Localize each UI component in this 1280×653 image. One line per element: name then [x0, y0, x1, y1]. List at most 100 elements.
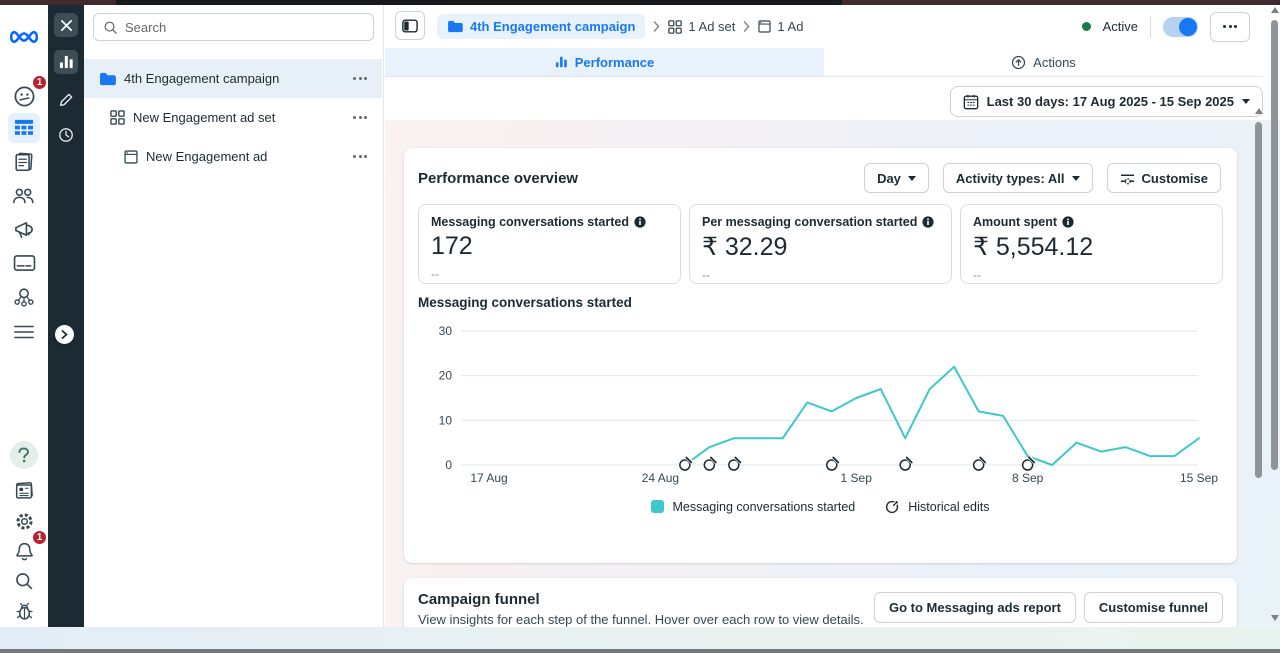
breadcrumb-label: 1 Ad	[777, 19, 803, 34]
history-icon[interactable]	[54, 123, 78, 147]
audiences-icon[interactable]	[8, 181, 40, 211]
metric-value: ₹ 32.29	[702, 232, 939, 262]
ellipsis-icon	[1223, 25, 1237, 28]
teal-swatch-icon	[651, 500, 664, 513]
more-options-button[interactable]	[1210, 12, 1250, 42]
metric-value: ₹ 5,554.12	[973, 232, 1210, 262]
tree-item-ad-set[interactable]: New Engagement ad set	[84, 98, 382, 137]
legend-label: Historical edits	[908, 500, 989, 514]
active-toggle[interactable]	[1163, 17, 1198, 37]
collapse-panel-icon[interactable]	[395, 11, 425, 40]
insights-icon[interactable]	[54, 50, 78, 74]
svg-text:17 Aug: 17 Aug	[470, 471, 507, 485]
edit-icon[interactable]	[54, 87, 78, 111]
close-icon[interactable]	[54, 13, 78, 37]
search-input[interactable]	[125, 20, 364, 35]
search-icon[interactable]	[8, 566, 40, 596]
folder-icon	[447, 20, 463, 33]
report-problem-icon[interactable]	[8, 596, 40, 626]
breadcrumb: 4th Engagement campaign 1 Ad set 1 Ad	[437, 5, 803, 48]
sidebar-search[interactable]	[93, 13, 374, 41]
interval-dropdown[interactable]: Day	[864, 163, 929, 193]
legend-label: Messaging conversations started	[672, 500, 855, 514]
scroll-up-icon[interactable]	[1255, 108, 1263, 114]
customise-label: Customise	[1142, 171, 1208, 186]
ads-reporting-icon[interactable]	[8, 147, 40, 177]
ad-set-grid-icon	[668, 20, 682, 34]
breadcrumb-label: 1 Ad set	[688, 19, 735, 34]
notifications-badge: 1	[31, 529, 48, 546]
item-options-icon[interactable]	[353, 116, 367, 119]
chevron-down-icon	[1242, 99, 1250, 104]
campaign-funnel-card: Campaign funnel View insights for each s…	[404, 578, 1237, 627]
tab-actions[interactable]: Actions	[824, 48, 1263, 76]
date-row: Last 30 days: 17 Aug 2025 - 15 Sep 2025	[385, 77, 1263, 120]
scroll-down-icon[interactable]	[1271, 615, 1279, 621]
notifications-icon[interactable]: 1	[8, 536, 40, 566]
updates-icon[interactable]	[8, 476, 40, 506]
campaigns-icon[interactable]	[8, 113, 40, 143]
activity-label: Activity types: All	[956, 171, 1065, 186]
metric-label: Amount spent	[973, 215, 1057, 229]
tree-item-label: New Engagement ad	[146, 149, 345, 164]
line-chart[interactable]: 010203017 Aug24 Aug1 Sep8 Sep15 Sep	[404, 316, 1237, 494]
metric-amount-spent: Amount spent ₹ 5,554.12 --	[960, 204, 1223, 284]
customise-button[interactable]: Customise	[1107, 163, 1221, 193]
metric-cost-per: Per messaging conversation started ₹ 32.…	[689, 204, 952, 284]
metric-label: Per messaging conversation started	[702, 215, 917, 229]
toggle-knob	[1179, 18, 1197, 36]
tree-item-label: 4th Engagement campaign	[124, 71, 345, 86]
billing-icon[interactable]	[8, 248, 40, 278]
ads-icon[interactable]	[8, 214, 40, 244]
tab-performance[interactable]: Performance	[385, 48, 824, 76]
tree-item-campaign[interactable]: 4th Engagement campaign	[84, 59, 382, 98]
svg-text:8 Sep: 8 Sep	[1012, 471, 1044, 485]
legend-historical-edits: Historical edits	[885, 499, 989, 514]
info-icon[interactable]	[1062, 216, 1074, 228]
ad-set-grid-icon	[110, 110, 125, 125]
chevron-right-icon	[743, 21, 750, 32]
bar-chart-icon	[555, 56, 568, 68]
legend-conversations: Messaging conversations started	[651, 500, 855, 514]
chevron-down-icon	[1072, 176, 1080, 181]
breadcrumb-campaign[interactable]: 4th Engagement campaign	[437, 14, 645, 39]
breadcrumb-ad[interactable]: 1 Ad	[758, 19, 803, 34]
item-options-icon[interactable]	[353, 77, 367, 80]
metric-value: 172	[431, 232, 668, 261]
tree-item-ad[interactable]: New Engagement ad	[84, 137, 382, 176]
help-icon[interactable]	[10, 441, 38, 469]
svg-text:10: 10	[439, 413, 453, 427]
tab-label: Performance	[575, 55, 654, 70]
customise-funnel-button[interactable]: Customise funnel	[1084, 592, 1223, 623]
breadcrumb-ad-set[interactable]: 1 Ad set	[668, 19, 735, 34]
expand-chevron-button[interactable]	[55, 325, 74, 344]
activity-types-dropdown[interactable]: Activity types: All	[943, 163, 1093, 193]
info-icon[interactable]	[634, 216, 646, 228]
view-tabs: Performance Actions	[385, 48, 1263, 77]
ad-frame-icon	[124, 150, 138, 164]
chevron-down-icon	[908, 176, 916, 181]
scroll-up-icon[interactable]	[1271, 7, 1279, 13]
window-scrollbar[interactable]	[1270, 7, 1279, 623]
meta-logo[interactable]	[8, 22, 40, 52]
account-overview-icon[interactable]: 1	[8, 81, 40, 111]
scrollbar-thumb[interactable]	[1271, 20, 1278, 470]
scrollbar-thumb[interactable]	[1255, 122, 1262, 478]
campaign-sidebar: 4th Engagement campaign New Engagement a…	[84, 5, 384, 627]
date-range-button[interactable]: Last 30 days: 17 Aug 2025 - 15 Sep 2025	[950, 86, 1263, 117]
item-options-icon[interactable]	[353, 155, 367, 158]
messaging-ads-report-button[interactable]: Go to Messaging ads report	[874, 592, 1076, 623]
entity-topbar: 4th Engagement campaign 1 Ad set 1 Ad Ac…	[385, 5, 1263, 48]
global-nav-rail: 1 1	[0, 5, 48, 627]
all-tools-icon[interactable]	[8, 317, 40, 347]
svg-text:20: 20	[439, 369, 453, 383]
calendar-icon	[963, 94, 979, 110]
svg-text:30: 30	[439, 324, 453, 338]
card-title: Performance overview	[418, 170, 850, 187]
events-manager-icon[interactable]	[8, 282, 40, 312]
metric-sub: --	[702, 268, 939, 282]
topbar-right: Active	[1082, 5, 1250, 48]
panel-scrollbar[interactable]	[1254, 108, 1263, 621]
info-icon[interactable]	[922, 216, 934, 228]
divider	[1150, 16, 1151, 38]
